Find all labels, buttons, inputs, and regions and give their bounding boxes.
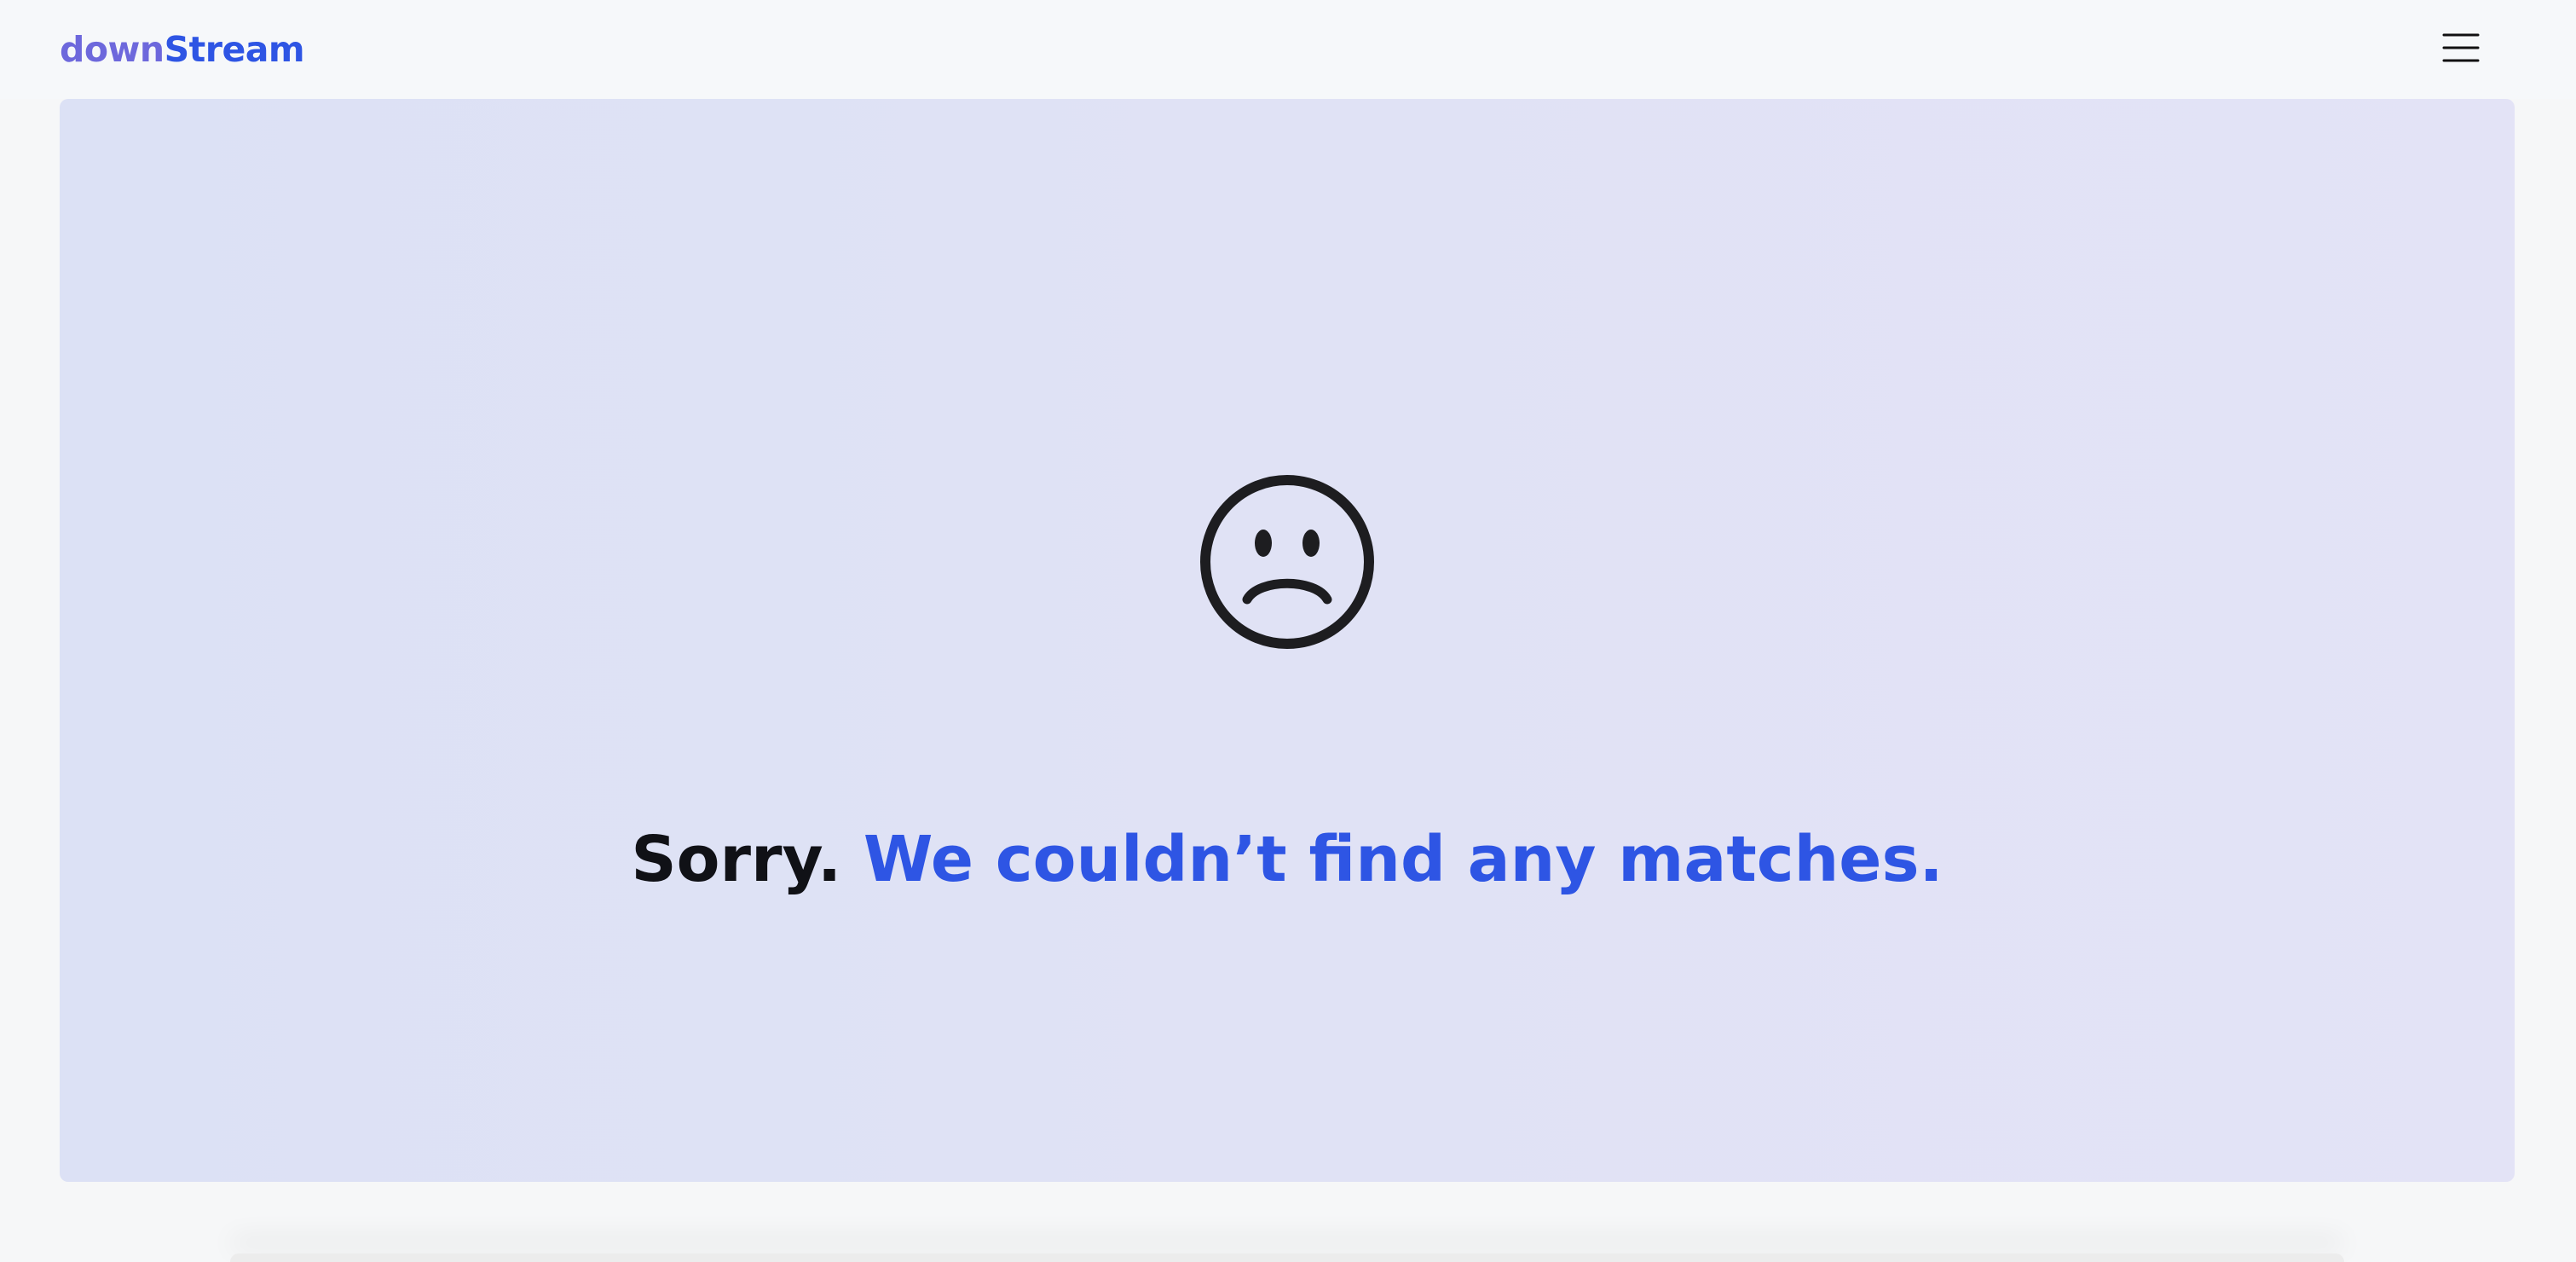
no-results-message: Sorry. We couldn’t find any matches. bbox=[60, 817, 2515, 902]
sad-face-icon bbox=[1200, 475, 1374, 649]
logo-text-stream: Stream bbox=[164, 29, 305, 70]
page: downStream Sorry. We couldn’t find any m… bbox=[0, 0, 2576, 1262]
sorry-text: Sorry. bbox=[631, 823, 842, 896]
hamburger-menu-button[interactable] bbox=[2436, 26, 2486, 70]
hamburger-menu-icon bbox=[2442, 33, 2480, 62]
logo-text-down: down bbox=[60, 29, 165, 70]
footer-shadow bbox=[230, 1253, 2344, 1262]
downstream-logo[interactable]: downStream bbox=[60, 26, 305, 73]
top-navigation-bar: downStream bbox=[0, 0, 2576, 99]
no-results-panel: Sorry. We couldn’t find any matches. bbox=[60, 99, 2515, 1182]
no-matches-text: We couldn’t find any matches. bbox=[863, 823, 1944, 896]
